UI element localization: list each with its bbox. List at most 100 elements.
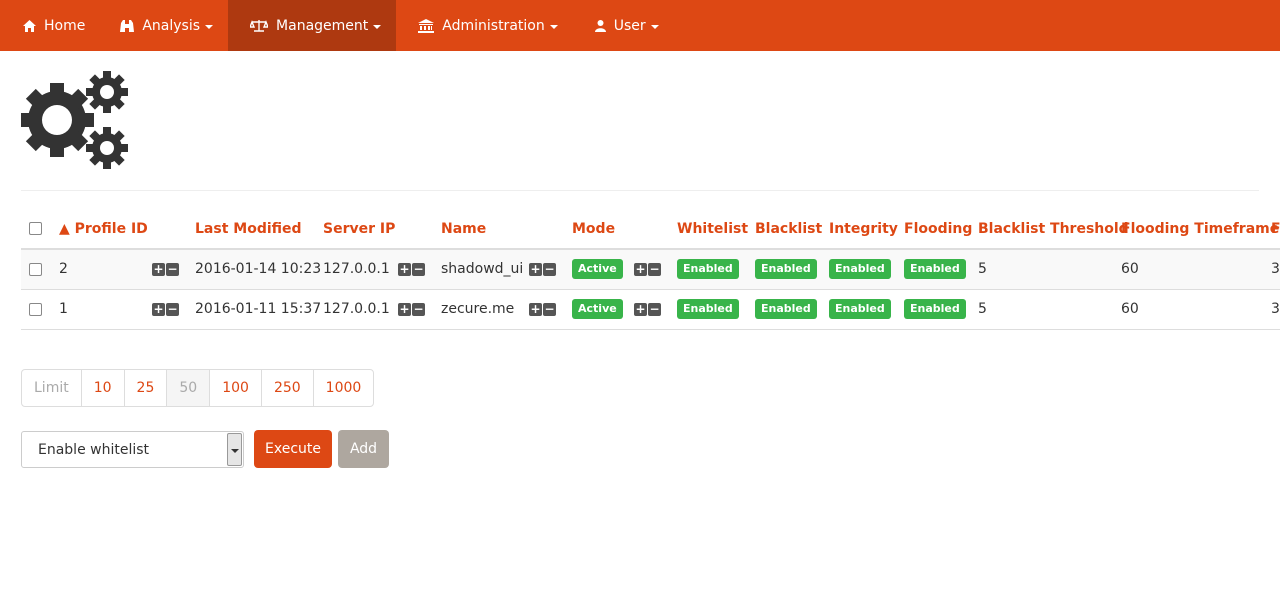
cell-blacklist-threshold: 5 <box>970 249 1113 290</box>
filter-buttons: + − <box>634 302 661 316</box>
table-row: 1 + − 2016-01-11 15:37 127.0.0.1 + − zecur… <box>21 289 1280 330</box>
filter-buttons: + − <box>529 262 556 276</box>
execute-button[interactable]: Execute <box>254 430 332 468</box>
plus-icon[interactable]: + <box>529 302 542 316</box>
minus-icon[interactable]: − <box>648 262 661 276</box>
integrity-badge: Enabled <box>829 299 891 319</box>
row-checkbox[interactable] <box>29 302 42 316</box>
cell-name[interactable]: zecure.me <box>433 289 521 330</box>
action-select[interactable]: Enable whitelist <box>21 431 244 468</box>
select-all-checkbox[interactable] <box>29 222 42 235</box>
cell-name[interactable]: shadowd_ui <box>433 249 523 290</box>
plus-icon[interactable]: + <box>152 262 165 276</box>
col-blacklist[interactable]: Blacklist <box>747 209 822 250</box>
whitelist-badge: Enabled <box>677 299 739 319</box>
plus-icon[interactable]: + <box>398 302 411 316</box>
filter-buttons: + − <box>529 302 556 316</box>
minus-icon[interactable]: − <box>412 302 425 316</box>
nav-home-label: Home <box>44 17 86 34</box>
gears-icon <box>21 71 128 169</box>
col-integrity[interactable]: Integrity <box>821 209 898 250</box>
cell-truncated: 3 <box>1263 249 1280 290</box>
filter-buttons: + − <box>152 302 179 316</box>
minus-icon[interactable]: − <box>543 302 556 316</box>
limit-option-25[interactable]: 25 <box>123 370 167 406</box>
minus-icon[interactable]: − <box>412 262 425 276</box>
binoculars-icon <box>120 19 135 32</box>
plus-icon[interactable]: + <box>634 262 647 276</box>
col-server-ip[interactable]: Server IP <box>315 209 395 250</box>
blacklist-badge: Enabled <box>755 259 817 280</box>
cell-last-modified: 2016-01-11 15:37 <box>187 289 321 330</box>
blacklist-badge: Enabled <box>755 299 817 319</box>
filter-buttons: + − <box>152 262 179 276</box>
col-whitelist[interactable]: Whitelist <box>669 209 748 250</box>
filter-buttons: + − <box>634 262 661 276</box>
cell-flooding-timeframe: 60 <box>1113 289 1263 330</box>
cell-truncated: 3 <box>1263 289 1280 330</box>
limit-option-10[interactable]: 10 <box>80 370 124 406</box>
action-select-value: Enable whitelist <box>38 441 150 458</box>
nav-administration-label: Administration <box>442 17 545 34</box>
user-icon <box>594 19 606 32</box>
plus-icon[interactable]: + <box>634 302 647 316</box>
limit-label: Limit <box>34 380 69 396</box>
col-flooding[interactable]: Flooding <box>896 209 972 250</box>
nav-home[interactable]: Home <box>0 0 100 51</box>
home-icon <box>23 19 36 32</box>
cell-last-modified: 2016-01-14 10:23 <box>187 249 321 290</box>
mode-badge: Active <box>572 259 623 280</box>
profiles-table: ▲ Profile ID Last Modified Server IP Nam… <box>21 209 1280 330</box>
nav-user[interactable]: User <box>573 0 674 51</box>
page-header <box>21 70 1259 191</box>
col-profile-id[interactable]: ▲ Profile ID <box>51 209 148 250</box>
limit-option-250[interactable]: 250 <box>260 370 313 406</box>
chevron-down-icon[interactable] <box>227 433 242 466</box>
minus-icon[interactable]: − <box>648 302 661 316</box>
plus-icon[interactable]: + <box>529 262 542 276</box>
col-blacklist-threshold[interactable]: Blacklist Threshold <box>970 209 1129 250</box>
cell-profile-id: 1 <box>51 289 144 330</box>
cell-server-ip: 127.0.0.1 <box>315 289 390 330</box>
col-last-modified[interactable]: Last Modified <box>187 209 315 250</box>
row-checkbox[interactable] <box>29 262 42 276</box>
flooding-badge: Enabled <box>904 259 966 280</box>
select-all-cell <box>21 209 51 250</box>
caret-down-icon <box>205 24 214 29</box>
col-flooding-timeframe[interactable]: Flooding Timeframe <box>1113 209 1279 250</box>
nav-analysis-label: Analysis <box>142 17 201 34</box>
plus-icon[interactable]: + <box>152 302 165 316</box>
add-button[interactable]: Add <box>338 430 389 468</box>
flooding-badge: Enabled <box>904 299 966 319</box>
filter-buttons: + − <box>398 262 425 276</box>
nav-user-label: User <box>613 17 646 34</box>
nav-administration[interactable]: Administration <box>396 0 572 51</box>
cell-server-ip: 127.0.0.1 <box>315 249 390 290</box>
filter-buttons: + − <box>398 302 425 316</box>
table-row: 2 + − 2016-01-14 10:23 127.0.0.1 + − shado… <box>21 249 1280 290</box>
cell-blacklist-threshold: 5 <box>970 289 1113 330</box>
whitelist-badge: Enabled <box>677 259 739 280</box>
cell-flooding-timeframe: 60 <box>1113 249 1263 290</box>
limit-option-50[interactable]: 50 <box>166 370 210 406</box>
integrity-badge: Enabled <box>829 259 891 280</box>
nav-management[interactable]: Management <box>228 0 397 51</box>
minus-icon[interactable]: − <box>543 262 556 276</box>
limit-option-100[interactable]: 100 <box>209 370 261 406</box>
table-header-row: ▲ Profile ID Last Modified Server IP Nam… <box>21 209 1280 250</box>
limit-pagination: Limit 10 25 50 100 250 1000 <box>21 369 375 407</box>
scale-icon <box>250 19 269 32</box>
col-name[interactable]: Name <box>433 209 521 250</box>
nav-management-label: Management <box>276 17 369 34</box>
limit-option-1000[interactable]: 1000 <box>312 370 374 406</box>
plus-icon[interactable]: + <box>398 262 411 276</box>
minus-icon[interactable]: − <box>166 262 179 276</box>
col-mode[interactable]: Mode <box>564 209 626 250</box>
minus-icon[interactable]: − <box>166 302 179 316</box>
caret-down-icon <box>650 24 659 29</box>
bank-icon <box>418 18 435 33</box>
top-navbar: Home Analysis Management Administration … <box>0 0 1280 51</box>
caret-down-icon <box>373 24 382 29</box>
nav-analysis[interactable]: Analysis <box>100 0 228 51</box>
cell-profile-id: 2 <box>51 249 144 290</box>
